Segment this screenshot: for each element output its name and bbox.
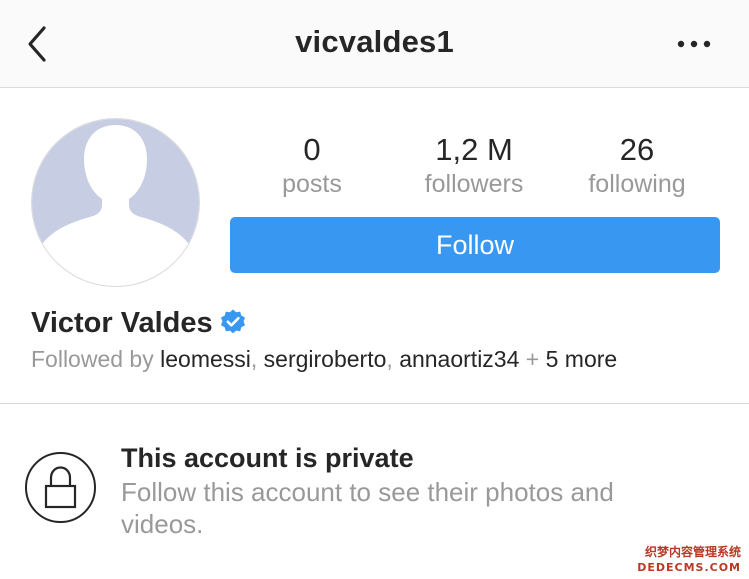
posts-stat: 0 posts (227, 132, 397, 200)
default-avatar-icon (32, 119, 199, 286)
more-horizontal-icon (677, 40, 711, 48)
profile-name-row: Victor Valdes (31, 303, 247, 343)
followers-count: 1,2 M (435, 132, 513, 167)
followed-by-user[interactable]: sergiroberto (264, 346, 387, 372)
watermark-line-1: 织梦内容管理系统 (644, 545, 741, 559)
private-account-description: Follow this account to see their photos … (121, 477, 614, 539)
posts-count: 0 (303, 132, 321, 167)
followers-label: followers (424, 170, 524, 198)
followed-by-prefix: Followed by (31, 346, 161, 372)
following-stat[interactable]: 26 following (552, 132, 722, 200)
followed-by-line: Followed by leomessi, sergiroberto, anna… (31, 342, 617, 376)
followed-by-separator: , (386, 346, 400, 372)
followed-by-plus: + (519, 346, 546, 372)
watermark: 织梦内容管理系统 DEDECMS.COM (637, 545, 741, 575)
lock-badge (25, 452, 96, 523)
profile-full-name: Victor Valdes (31, 307, 213, 339)
following-count: 26 (619, 132, 655, 167)
followed-by-user[interactable]: annaortiz34 (399, 346, 519, 372)
lock-icon (44, 466, 77, 509)
navigation-bar: vicvaldes1 (0, 0, 749, 88)
posts-label: posts (282, 170, 342, 198)
followed-by-more-link[interactable]: 5 more (546, 346, 618, 372)
verified-badge-icon (220, 309, 245, 334)
private-account-title: This account is private (121, 443, 414, 473)
followers-stat[interactable]: 1,2 M followers (389, 132, 559, 200)
following-label: following (588, 170, 686, 198)
watermark-line-2: DEDECMS.COM (637, 561, 741, 574)
follow-button[interactable]: Follow (230, 217, 720, 273)
section-divider (0, 403, 749, 404)
more-options-button[interactable] (672, 30, 716, 58)
followed-by-user[interactable]: leomessi (160, 346, 251, 372)
followed-by-separator: , (250, 346, 264, 372)
page-title: vicvaldes1 (295, 24, 454, 59)
avatar[interactable] (31, 118, 200, 287)
